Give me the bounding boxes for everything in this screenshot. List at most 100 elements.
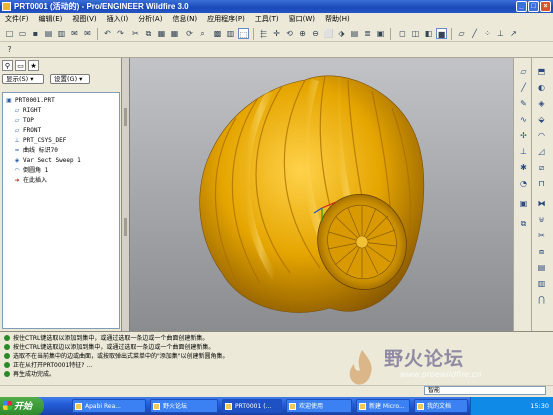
menu-view[interactable]: 视图(V) xyxy=(67,13,101,26)
taskbar-item-forum[interactable]: 野火论坛 xyxy=(150,399,218,413)
offset-tool-icon[interactable]: ⧈ xyxy=(535,246,548,257)
round-tool-icon[interactable]: ◠ xyxy=(535,130,548,141)
datum-curve-tool-icon[interactable]: ∿ xyxy=(517,114,530,125)
paste-icon[interactable]: ▦ xyxy=(156,28,167,39)
coord-sys-toggle-icon[interactable]: ⊥ xyxy=(495,28,506,39)
model-tree-tab-icon[interactable]: ⚲ xyxy=(2,60,13,71)
taskbar-item-apabi[interactable]: Apabi Rea... xyxy=(72,399,146,413)
favorites-tab-icon[interactable]: ★ xyxy=(28,60,39,71)
revolve-tool-icon[interactable]: ◐ xyxy=(535,82,548,93)
analysis-tool-icon[interactable]: ✱ xyxy=(517,162,530,173)
coord-sys-tool-icon[interactable]: ⊥ xyxy=(517,146,530,157)
datum-point-tool-icon[interactable]: ✢ xyxy=(517,130,530,141)
menu-window[interactable]: 窗口(W) xyxy=(284,13,320,26)
menu-edit[interactable]: 编辑(E) xyxy=(34,13,68,26)
tree-item-insert-here[interactable]: ➜ 在此插入 xyxy=(13,176,47,185)
refit-icon[interactable]: ⬜ xyxy=(323,28,334,39)
regen-manager-icon[interactable]: ▩ xyxy=(212,28,223,39)
view-manager-icon[interactable]: ▣ xyxy=(375,28,386,39)
datum-planes-toggle-icon[interactable]: ▱ xyxy=(456,28,467,39)
save-icon[interactable]: ▪ xyxy=(30,28,41,39)
taskbar-item-word[interactable]: 新建 Micro... xyxy=(356,399,410,413)
minimize-button[interactable]: _ xyxy=(516,1,527,12)
print-preview-icon[interactable]: ▥ xyxy=(56,28,67,39)
solidify-tool-icon[interactable]: ▥ xyxy=(535,278,548,289)
paste-special-icon[interactable]: ▦ xyxy=(169,28,180,39)
menu-insert[interactable]: 插入(I) xyxy=(102,13,134,26)
menu-applications[interactable]: 应用程序(P) xyxy=(202,13,250,26)
rib-tool-icon[interactable]: ⊓ xyxy=(535,178,548,189)
menu-file[interactable]: 文件(F) xyxy=(0,13,34,26)
orient-mode-icon[interactable]: ⟲ xyxy=(284,28,295,39)
filter-icon[interactable]: ▥ xyxy=(225,28,236,39)
blend-tool-icon[interactable]: ⬙ xyxy=(535,114,548,125)
clock[interactable]: 15:30 xyxy=(530,402,549,410)
intersect-tool-icon[interactable]: ⋂ xyxy=(535,294,548,305)
no-hidden-icon[interactable]: ◧ xyxy=(423,28,434,39)
new-file-icon[interactable]: □ xyxy=(4,28,15,39)
select-box-icon[interactable]: ⬚ xyxy=(238,28,249,39)
datum-axis-tool-icon[interactable]: ╱ xyxy=(517,82,530,93)
wireframe-icon[interactable]: ◻ xyxy=(397,28,408,39)
menu-info[interactable]: 信息(N) xyxy=(167,13,202,26)
zoom-in-icon[interactable]: ⊕ xyxy=(297,28,308,39)
chamfer-tool-icon[interactable]: ◿ xyxy=(535,146,548,157)
start-button[interactable]: 开始 xyxy=(0,397,44,415)
cut-icon[interactable]: ✂ xyxy=(130,28,141,39)
copy-icon[interactable]: ⧉ xyxy=(143,28,154,39)
tree-item-sweep[interactable]: ◈ Var Sect Sweep 1 xyxy=(13,156,81,165)
email-icon[interactable]: ✉ xyxy=(69,28,80,39)
tree-item-curve[interactable]: ≈ 曲线 标识70 xyxy=(13,146,57,155)
tree-item-front[interactable]: ▱ FRONT xyxy=(13,126,41,135)
menu-help[interactable]: 帮助(H) xyxy=(320,13,355,26)
draft-tool-icon[interactable]: ⧄ xyxy=(535,162,548,173)
close-button[interactable]: × xyxy=(540,1,551,12)
datum-axes-toggle-icon[interactable]: ╱ xyxy=(469,28,480,39)
shading-icon[interactable]: ■ xyxy=(436,28,447,39)
merge-tool-icon[interactable]: ⊎ xyxy=(535,214,548,225)
shell-tool-icon[interactable]: ▣ xyxy=(517,198,530,209)
sash-grip[interactable] xyxy=(124,218,127,236)
menu-analysis[interactable]: 分析(A) xyxy=(133,13,167,26)
pattern-tool-icon[interactable]: ⧉ xyxy=(517,218,530,229)
mirror-tool-icon[interactable]: ⧓ xyxy=(535,198,548,209)
thicken-tool-icon[interactable]: ▤ xyxy=(535,262,548,273)
tree-item-right[interactable]: ▱ RIGHT xyxy=(13,106,41,115)
taskbar-item-my-documents[interactable]: 我的文档 xyxy=(414,399,468,413)
datum-plane-tool-icon[interactable]: ▱ xyxy=(517,66,530,77)
email-link-icon[interactable]: ✉ xyxy=(82,28,93,39)
tree-item-part[interactable]: ▣ PRT0001.PRT xyxy=(5,96,55,105)
regenerate-icon[interactable]: ⟳ xyxy=(184,28,195,39)
taskbar-item-welcome[interactable]: 欢迎使用 xyxy=(286,399,352,413)
trim-tool-icon[interactable]: ✂ xyxy=(535,230,548,241)
graphics-viewport[interactable] xyxy=(130,58,513,331)
reorient-icon[interactable]: ⬗ xyxy=(336,28,347,39)
spin-center-icon[interactable]: ✛ xyxy=(271,28,282,39)
settings-dropdown[interactable]: 设置(G) ▾ xyxy=(50,74,90,84)
open-file-icon[interactable]: ▭ xyxy=(17,28,28,39)
sweep-tool-icon[interactable]: ◈ xyxy=(535,98,548,109)
extrude-tool-icon[interactable]: ⬒ xyxy=(535,66,548,77)
sketch-tool-icon[interactable]: ✎ xyxy=(517,98,530,109)
tree-item-top[interactable]: ▱ TOP xyxy=(13,116,34,125)
search-tool-icon[interactable]: ⌕ xyxy=(197,28,208,39)
panel-sash[interactable] xyxy=(122,58,130,331)
zoom-out-icon[interactable]: ⊖ xyxy=(310,28,321,39)
redo-icon[interactable]: ↷ xyxy=(115,28,126,39)
saved-views-icon[interactable]: ▤ xyxy=(349,28,360,39)
maximize-button[interactable]: □ xyxy=(528,1,539,12)
layers-icon[interactable]: ≣ xyxy=(362,28,373,39)
taskbar-item-proe[interactable]: PRT0001 (... xyxy=(222,399,282,413)
folder-browser-tab-icon[interactable]: ▭ xyxy=(15,60,26,71)
tree-item-round[interactable]: ◠ 倒圆角 1 xyxy=(13,166,48,175)
print-icon[interactable]: ▤ xyxy=(43,28,54,39)
datum-points-toggle-icon[interactable]: ⁘ xyxy=(482,28,493,39)
undo-icon[interactable]: ↶ xyxy=(102,28,113,39)
window-titlebar[interactable]: PRT0001 (活动的) - Pro/ENGINEER Wildfire 3.… xyxy=(0,0,553,13)
repaint-icon[interactable]: ⬱ xyxy=(258,28,269,39)
annotation-toggle-icon[interactable]: ↗ xyxy=(508,28,519,39)
sash-grip[interactable] xyxy=(124,108,127,126)
tree-item-csys[interactable]: ⊥ PRT_CSYS_DEF xyxy=(13,136,66,145)
menu-tools[interactable]: 工具(T) xyxy=(250,13,284,26)
hidden-line-icon[interactable]: ◫ xyxy=(410,28,421,39)
